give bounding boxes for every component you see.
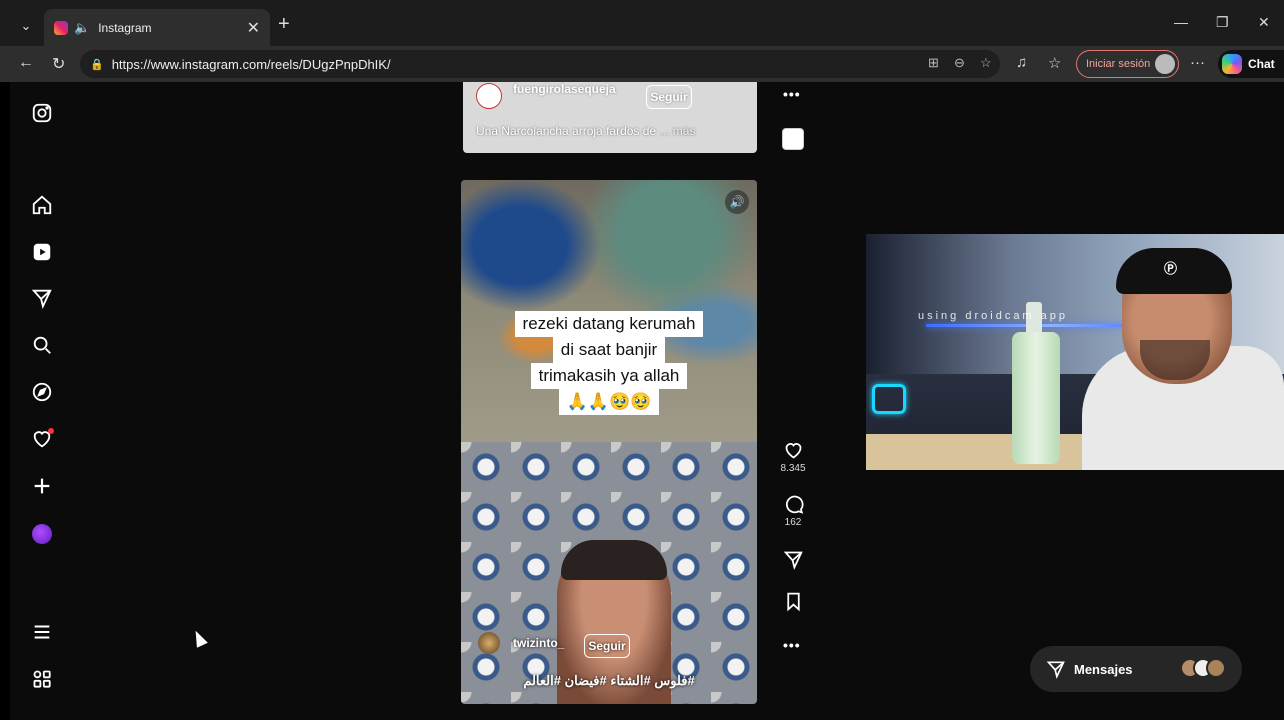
reel-video[interactable]: 🔊 rezeki datang kerumah di saat banjir t…	[461, 180, 757, 704]
messages-button[interactable]: Mensajes	[1030, 646, 1242, 692]
profile-avatar-icon	[32, 524, 52, 544]
sign-in-button[interactable]: Iniciar sesión	[1076, 50, 1179, 78]
favorites-icon[interactable]: ☆	[1048, 54, 1061, 72]
comment-count: 162	[784, 517, 802, 528]
url-text: https://www.instagram.com/reels/DUgzPnpD…	[111, 56, 391, 72]
instagram-logo-icon[interactable]	[30, 101, 54, 125]
webcam-watermark: using droidcam app	[918, 310, 1069, 322]
tab-title: Instagram	[98, 20, 152, 35]
new-tab-icon[interactable]: +	[278, 13, 290, 36]
restore-icon[interactable]: ❐	[1216, 14, 1229, 31]
sign-in-label: Iniciar sesión	[1086, 58, 1151, 70]
webcam-person: Ⓟ	[1082, 248, 1284, 470]
previous-reel-more-link[interactable]: ... más	[659, 124, 695, 138]
copilot-label: Chat	[1248, 57, 1275, 71]
previous-reel-caption-text: Una Narcolancha arroja fardos de	[476, 124, 657, 138]
copilot-icon	[1222, 54, 1242, 74]
media-control-icon[interactable]: ♫	[1016, 54, 1027, 71]
also-from-meta-icon[interactable]	[30, 667, 54, 691]
active-tab[interactable]: 🔈 Instagram ✕	[44, 9, 270, 46]
cap-logo-icon: Ⓟ	[1164, 261, 1178, 276]
notifications-heart-icon[interactable]	[30, 427, 54, 451]
webcam-neon-light	[872, 384, 906, 414]
instagram-favicon-icon	[54, 20, 68, 35]
address-bar[interactable]: 🔒 https://www.instagram.com/reels/DUgzPn…	[80, 50, 1000, 78]
reel-author-avatar[interactable]	[478, 632, 500, 654]
home-icon[interactable]	[30, 193, 54, 217]
more-menu-icon[interactable]: ···	[1190, 54, 1205, 71]
save-action[interactable]	[782, 591, 804, 612]
previous-reel-follow-button[interactable]: Seguir	[646, 85, 692, 109]
previous-reel-username[interactable]: fuengirolasequeja	[513, 82, 616, 96]
reel-overlay-text: rezeki datang kerumah di saat banjir tri…	[497, 311, 721, 415]
overlay-line-2: di saat banjir	[552, 337, 666, 363]
share-send-icon	[783, 551, 803, 570]
minimize-icon[interactable]: —	[1174, 14, 1188, 30]
previous-reel-avatar[interactable]	[476, 83, 502, 109]
reel-options-icon[interactable]: •••	[783, 637, 801, 653]
profile-avatar-icon	[1155, 54, 1175, 74]
reel-author[interactable]: twizinto_	[478, 632, 564, 654]
messages-avatars	[1180, 658, 1226, 678]
message-avatar	[1206, 658, 1226, 678]
direct-messages-icon[interactable]	[30, 286, 54, 310]
like-heart-icon	[785, 443, 801, 459]
webcam-overlay: Ⓟ using droidcam app	[866, 234, 1284, 470]
explore-compass-icon[interactable]	[30, 380, 54, 404]
overlay-line-1: rezeki datang kerumah	[514, 311, 704, 337]
volume-icon[interactable]: 🔊	[725, 190, 749, 214]
tab-actions-menu-icon[interactable]: ⌄	[12, 13, 40, 39]
tab-close-icon[interactable]: ✕	[247, 18, 260, 38]
reel-author-username[interactable]: twizinto_	[513, 636, 564, 650]
comment-bubble-icon	[785, 495, 803, 514]
reels-icon[interactable]	[30, 240, 54, 264]
copilot-chat-button[interactable]: Chat	[1218, 50, 1284, 78]
favorite-star-icon[interactable]: ☆	[980, 55, 992, 71]
like-count: 8.345	[780, 463, 806, 474]
like-action[interactable]: 8.345	[780, 440, 806, 474]
zoom-icon[interactable]: ⊖	[954, 55, 965, 71]
previous-reel-options-icon[interactable]: •••	[783, 86, 801, 102]
lock-icon[interactable]: 🔒	[90, 58, 104, 71]
mouse-cursor	[190, 628, 208, 648]
profile-avatar[interactable]	[30, 522, 54, 546]
notification-dot	[48, 428, 54, 434]
comment-action[interactable]: 162	[782, 494, 804, 528]
messages-send-icon	[1046, 661, 1065, 679]
reel-follow-button[interactable]: Seguir	[584, 634, 630, 658]
messages-label: Mensajes	[1074, 661, 1133, 677]
previous-reel-audio-thumbnail[interactable]	[782, 128, 804, 150]
webcam-bottle	[1012, 332, 1060, 464]
overlay-line-3: trimakasih ya allah	[530, 363, 688, 389]
tab-strip: ⌄ 🔈 Instagram ✕ + — ❐ ✕	[0, 0, 1284, 46]
app-available-icon[interactable]: ⊞	[928, 55, 939, 71]
more-menu-hamburger-icon[interactable]	[30, 620, 54, 644]
overlay-line-4: 🙏🙏🥹🥹	[558, 389, 660, 415]
bookmark-icon	[786, 592, 800, 612]
create-plus-icon[interactable]	[30, 474, 54, 498]
reel-caption: #فلوس #الشتاء #فيضان #العالم	[523, 673, 695, 688]
back-icon[interactable]: ←	[18, 54, 34, 72]
tab-audio-icon[interactable]: 🔈	[74, 20, 90, 36]
window-close-icon[interactable]: ✕	[1258, 14, 1270, 31]
share-action[interactable]	[782, 549, 804, 570]
previous-reel-caption: Una Narcolancha arroja fardos de ... más	[476, 124, 695, 138]
search-icon[interactable]	[30, 333, 54, 357]
reel-person-hair-top	[561, 540, 667, 580]
refresh-icon[interactable]: ↻	[52, 54, 65, 74]
previous-reel[interactable]: fuengirolasequeja Seguir Una Narcolancha…	[463, 82, 757, 153]
